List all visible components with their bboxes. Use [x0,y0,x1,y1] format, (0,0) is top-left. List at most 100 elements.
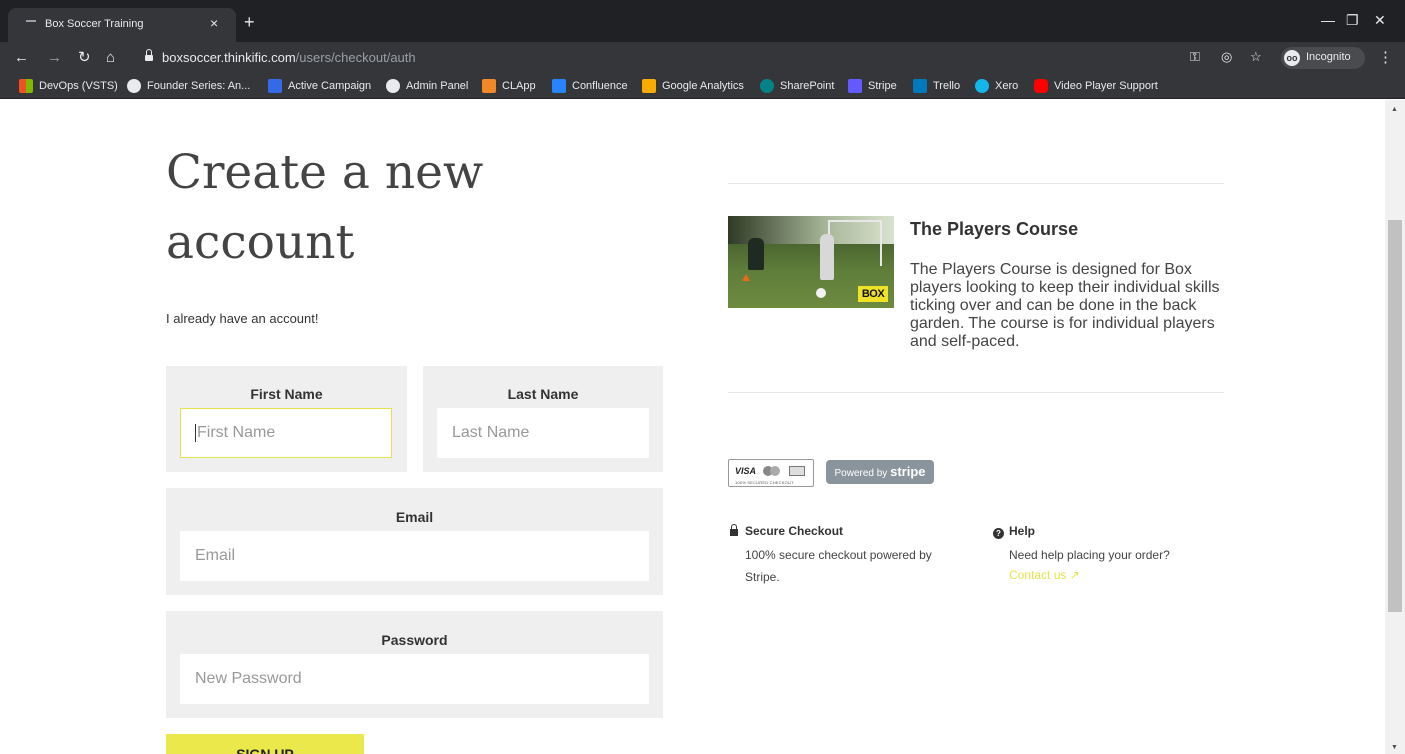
last-name-placeholder: Last Name [452,424,530,441]
activecampaign-icon [268,79,282,93]
first-name-label: First Name [250,386,323,402]
tab-close-icon[interactable]: × [210,15,218,31]
first-name-input[interactable]: First Name [180,408,392,458]
home-icon[interactable]: ⌂ [106,48,115,68]
scroll-down-icon[interactable]: ▼ [1391,744,1398,751]
bookmark-label: Stripe [868,80,897,92]
mastercard-icon [763,466,781,476]
secured-checkout-badge: VISA 100% SECURED CHECKOUT [728,459,814,487]
scroll-up-icon[interactable]: ▲ [1391,106,1398,113]
sign-up-button[interactable]: SIGN UP [166,734,364,754]
bookmark-video-player-support[interactable]: Video Player Support [1034,79,1158,93]
restore-icon[interactable]: ❐ [1346,13,1359,27]
bookmark-trello[interactable]: Trello [913,79,960,93]
confluence-icon [552,79,566,93]
globe-icon [386,79,400,93]
page-scrollbar[interactable]: ▲ ▼ [1385,100,1405,754]
clapp-icon [482,79,496,93]
email-label: Email [395,509,434,525]
bookmark-label: SharePoint [780,80,835,92]
course-title: The Players Course [910,219,1079,239]
help-text: Need help placing your order? [1009,548,1170,562]
browser-toolbar: ← → ↻ ⌂ boxsoccer.thinkific.com/users/ch… [0,42,1405,74]
stripe-prefix: Powered by [834,468,891,479]
analytics-icon [642,79,656,93]
bookmark-admin-panel[interactable]: Admin Panel [386,79,468,93]
secured-checkout-text: 100% SECURED CHECKOUT [735,480,794,485]
bookmark-devops[interactable]: DevOps (VSTS) [19,79,118,93]
globe-icon [127,79,141,93]
email-field: Email Email [166,488,663,595]
scroll-thumb[interactable] [1388,220,1402,612]
last-name-input[interactable]: Last Name [437,408,649,458]
email-input[interactable]: Email [180,531,649,581]
secure-checkout-title: Secure Checkout [730,524,843,538]
browser-tab[interactable]: Box Soccer Training × [8,8,236,42]
close-window-icon[interactable]: ✕ [1374,13,1386,27]
sharepoint-icon [760,79,774,93]
new-tab-button[interactable]: + [244,13,255,31]
password-placeholder: New Password [195,670,302,687]
eye-off-icon[interactable]: ◎ [1221,49,1232,65]
bookmark-clapp[interactable]: CLApp [482,79,536,93]
course-thumbnail: BOX [728,216,894,308]
box-logo: BOX [858,286,888,302]
bookmark-label: Video Player Support [1054,80,1158,92]
bookmarks-bar: DevOps (VSTS) Founder Series: An... Acti… [0,74,1405,99]
back-arrow-icon[interactable]: ← [14,48,29,68]
bookmark-label: Founder Series: An... [147,80,251,92]
star-icon[interactable]: ☆ [1250,49,1262,65]
bookmark-label: Confluence [572,80,628,92]
last-name-field: Last Name Last Name [423,366,663,472]
address-bar[interactable]: boxsoccer.thinkific.com/users/checkout/a… [162,50,416,65]
key-icon[interactable]: ⚿ [1190,49,1200,65]
lock-icon[interactable] [145,49,153,62]
page-content: Create a new account I already have an a… [0,100,1385,754]
youtube-icon [1034,79,1048,93]
bookmark-xero[interactable]: Xero [975,79,1018,93]
page-title: Create a new account [166,145,484,270]
tab-title: Box Soccer Training [45,18,144,30]
reload-icon[interactable]: ↻ [78,48,91,68]
bookmark-founder-series[interactable]: Founder Series: An... [127,79,250,93]
incognito-label: Incognito [1306,51,1351,63]
forward-arrow-icon[interactable]: → [47,48,62,68]
first-name-placeholder: First Name [197,424,276,441]
xero-icon [975,79,989,93]
password-input[interactable]: New Password [180,654,649,704]
menu-dots-icon[interactable]: ⋮ [1378,48,1393,66]
contact-us-label: Contact us [1009,568,1067,582]
url-path: /users/checkout/auth [295,50,416,65]
incognito-badge[interactable]: oo Incognito [1281,47,1365,69]
secure-checkout-text: 100% secure checkout powered by Stripe. [745,548,932,584]
login-link[interactable]: I already have an account! [166,311,319,326]
minimize-icon[interactable]: — [1321,13,1335,27]
bookmark-label: Google Analytics [662,80,744,92]
email-placeholder: Email [195,547,236,564]
help-icon: ? [993,528,1004,539]
bookmark-label: Xero [995,80,1019,92]
divider [728,183,1224,184]
contact-us-link[interactable]: Contact us ↗ [1009,568,1080,582]
bookmark-label: Admin Panel [406,80,469,92]
card-icon [789,466,805,476]
trello-icon [913,79,927,93]
secure-checkout-label: Secure Checkout [745,524,844,538]
stripe-brand: stripe [890,464,926,479]
external-link-icon: ↗ [1069,568,1080,582]
bookmark-label: Trello [933,80,961,92]
bookmark-sharepoint[interactable]: SharePoint [760,79,834,93]
divider [728,392,1224,393]
url-host: boxsoccer.thinkific.com [162,50,296,65]
stripe-icon [848,79,862,93]
browser-tabstrip: Box Soccer Training × + — ❐ ✕ [0,0,1405,42]
help-title: ? Help [993,524,1035,539]
first-name-field: First Name First Name [166,366,407,472]
bookmark-google-analytics[interactable]: Google Analytics [642,79,744,93]
bookmark-stripe[interactable]: Stripe [848,79,897,93]
bookmark-confluence[interactable]: Confluence [552,79,628,93]
course-description: The Players Course is designed for Box p… [910,261,1220,350]
bookmark-active-campaign[interactable]: Active Campaign [268,79,371,93]
bookmark-label: Active Campaign [288,80,372,92]
tab-favicon-icon [26,20,36,28]
